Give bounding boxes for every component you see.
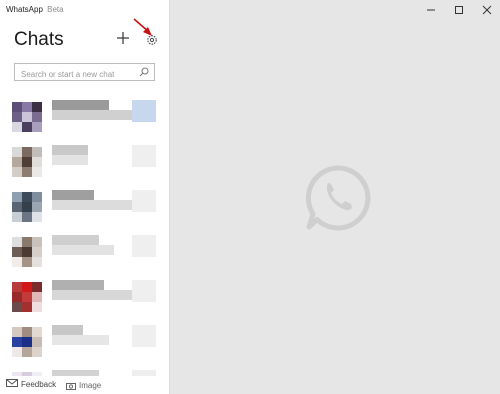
chat-meta bbox=[132, 280, 156, 302]
gear-icon[interactable] bbox=[146, 34, 158, 46]
feedback-label: Feedback bbox=[21, 380, 57, 389]
whatsapp-logo-icon bbox=[305, 165, 371, 231]
window-title: WhatsApp Beta bbox=[6, 5, 64, 14]
app-name: WhatsApp bbox=[6, 5, 43, 14]
avatar bbox=[12, 192, 42, 222]
avatar bbox=[12, 102, 42, 132]
chat-preview-text bbox=[52, 245, 114, 255]
image-label: Image bbox=[79, 381, 102, 390]
chat-list-item[interactable] bbox=[0, 98, 169, 138]
chat-preview-text bbox=[52, 290, 140, 300]
avatar bbox=[12, 282, 42, 312]
page-title: Chats bbox=[14, 29, 64, 50]
chat-list-item[interactable] bbox=[0, 278, 169, 318]
beta-label: Beta bbox=[47, 5, 64, 14]
chat-preview-text bbox=[52, 200, 135, 210]
chat-preview-text bbox=[52, 155, 88, 165]
chat-sidebar: WhatsApp Beta Chats Feedback Image bbox=[0, 0, 170, 394]
chat-meta bbox=[132, 235, 156, 257]
search-input[interactable] bbox=[15, 66, 139, 83]
feedback-icon bbox=[6, 379, 18, 387]
avatar bbox=[12, 327, 42, 357]
chat-list-item[interactable] bbox=[0, 188, 169, 228]
close-button[interactable] bbox=[480, 3, 494, 17]
chat-list-item[interactable] bbox=[0, 233, 169, 273]
chat-preview-text bbox=[52, 235, 99, 245]
chat-preview-text bbox=[52, 280, 104, 290]
conversation-panel bbox=[171, 0, 500, 394]
chat-list-item[interactable] bbox=[0, 143, 169, 183]
chat-preview-text bbox=[52, 145, 88, 155]
chat-preview-text bbox=[52, 335, 109, 345]
chat-preview-text bbox=[52, 325, 83, 335]
image-preview-item: Image bbox=[66, 381, 101, 390]
minimize-button[interactable] bbox=[424, 3, 438, 17]
maximize-button[interactable] bbox=[452, 3, 466, 17]
chat-preview-text bbox=[52, 190, 94, 200]
chat-meta bbox=[132, 145, 156, 167]
chat-meta bbox=[132, 100, 156, 122]
chat-list-item[interactable] bbox=[0, 323, 169, 363]
feedback-button[interactable]: Feedback bbox=[6, 379, 56, 389]
new-chat-button[interactable] bbox=[115, 30, 131, 46]
chat-preview-text bbox=[52, 100, 109, 110]
search-field[interactable] bbox=[14, 63, 155, 83]
search-icon bbox=[139, 67, 149, 77]
chat-meta bbox=[132, 325, 156, 347]
chat-meta bbox=[132, 190, 156, 212]
footer-bar: Feedback Image bbox=[0, 376, 169, 394]
camera-icon bbox=[66, 383, 76, 390]
avatar bbox=[12, 237, 42, 267]
avatar bbox=[12, 147, 42, 177]
